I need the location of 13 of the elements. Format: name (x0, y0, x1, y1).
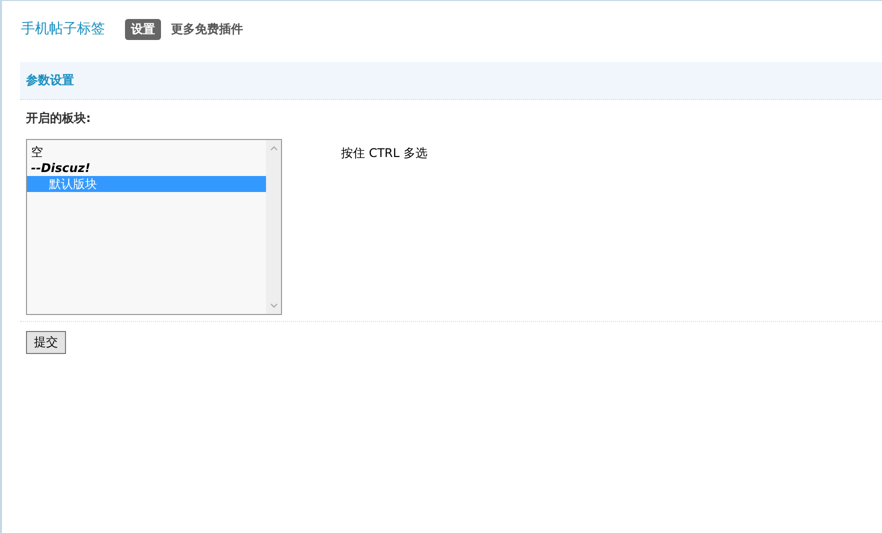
forum-listbox[interactable]: 空 --Discuz! 默认版块 (26, 139, 282, 315)
nav-tab[interactable]: 设置 (125, 18, 161, 40)
list-option[interactable]: --Discuz! (27, 160, 266, 176)
submit-button[interactable]: 提交 (26, 331, 66, 354)
list-option[interactable]: 空 (27, 144, 266, 160)
plugin-title: 手机帖子标签 (21, 20, 105, 38)
scroll-up-icon[interactable] (270, 145, 278, 151)
nav-tab[interactable]: 更多免费插件 (165, 18, 249, 40)
field-label: 开启的板块: (26, 110, 92, 127)
scroll-down-icon[interactable] (270, 303, 278, 309)
section-title: 参数设置 (26, 72, 74, 89)
hint-text: 按住 CTRL 多选 (341, 145, 428, 162)
scrollbar[interactable] (266, 140, 281, 314)
